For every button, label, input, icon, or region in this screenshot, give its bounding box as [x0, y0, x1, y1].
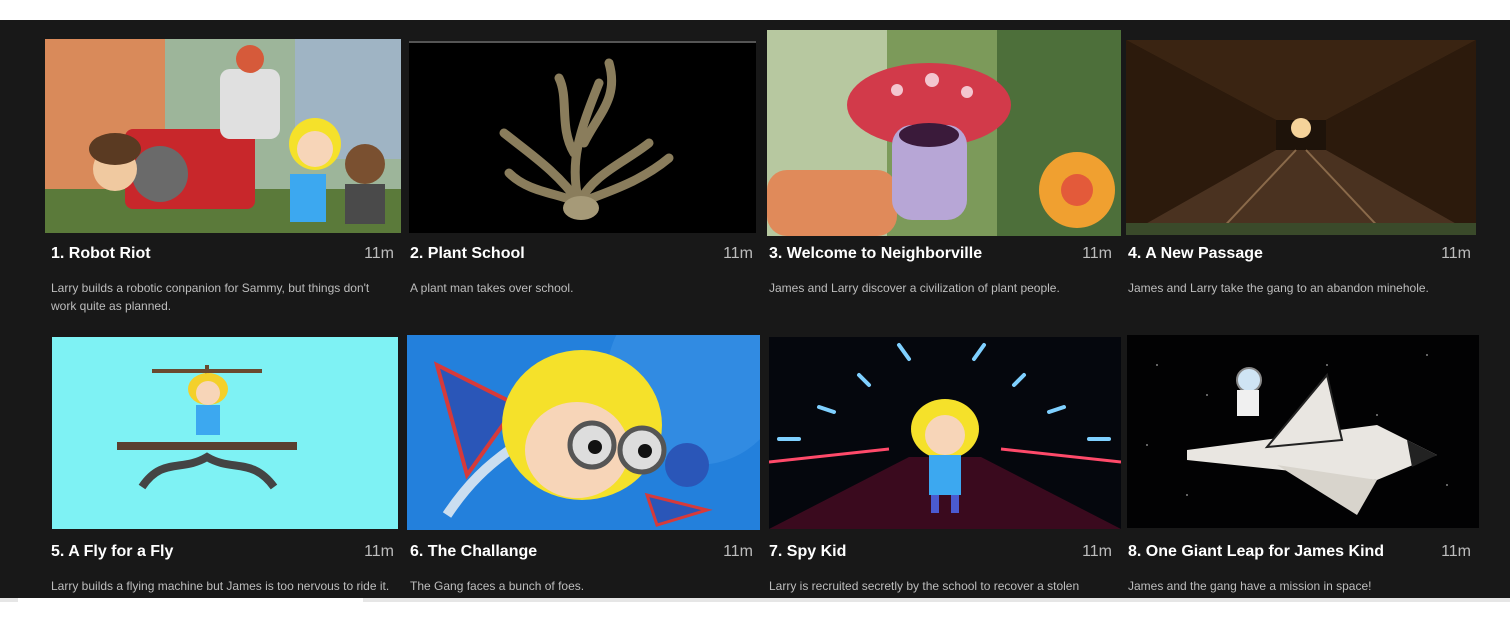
- episode-duration: 11m: [364, 245, 394, 262]
- episode-thumbnail-plant-school[interactable]: [409, 41, 756, 233]
- episode-title[interactable]: 5. A Fly for a Fly: [51, 543, 173, 561]
- episode-title[interactable]: 1. Robot Riot: [51, 245, 151, 263]
- episode-thumbnail-the-challange[interactable]: [407, 335, 760, 530]
- episode-grid: 1. Robot Riot 11m Larry builds a robotic…: [0, 20, 1510, 598]
- episode-thumbnail-spy-kid[interactable]: [769, 337, 1121, 529]
- episode-duration: 11m: [1082, 543, 1112, 560]
- episode-duration: 11m: [1082, 245, 1112, 262]
- plant-school-image: [409, 43, 756, 233]
- episode-title[interactable]: 2. Plant School: [410, 245, 525, 263]
- one-giant-leap-image: [1127, 335, 1479, 528]
- episode-description: James and Larry take the gang to an aban…: [1128, 281, 1429, 295]
- episode-description: Larry is recruited secretly by the schoo…: [769, 579, 1080, 593]
- episode-thumbnail-robot-riot[interactable]: [45, 39, 401, 233]
- episode-thumbnail-new-passage[interactable]: [1126, 40, 1476, 235]
- robot-riot-image: [45, 39, 401, 233]
- episode-description: James and the gang have a mission in spa…: [1128, 579, 1372, 593]
- episode-title[interactable]: 8. One Giant Leap for James Kind: [1128, 543, 1384, 561]
- neighborville-image: [767, 30, 1121, 236]
- episode-thumbnail-neighborville[interactable]: [767, 30, 1121, 236]
- episode-title[interactable]: 6. The Challange: [410, 543, 537, 561]
- episode-description: Larry builds a flying machine but James …: [51, 579, 390, 593]
- episode-thumbnail-one-giant-leap[interactable]: [1127, 335, 1479, 528]
- page-bottom: [0, 602, 1510, 620]
- the-challange-image: [407, 335, 760, 530]
- new-passage-image: [1126, 40, 1476, 235]
- episode-duration: 11m: [723, 543, 753, 560]
- episode-description: A plant man takes over school.: [410, 281, 574, 295]
- episode-description: The Gang faces a bunch of foes.: [410, 579, 585, 593]
- episode-title[interactable]: 4. A New Passage: [1128, 245, 1263, 263]
- spy-kid-image: [769, 337, 1121, 529]
- episode-description: Larry builds a robotic conpanion for Sam…: [51, 281, 370, 313]
- episode-title[interactable]: 7. Spy Kid: [769, 543, 846, 561]
- fly-for-a-fly-image: [52, 337, 398, 529]
- episode-duration: 11m: [1441, 245, 1471, 262]
- episode-description: James and Larry discover a civilization …: [769, 281, 1060, 295]
- episode-duration: 11m: [1441, 543, 1471, 560]
- episode-duration: 11m: [723, 245, 753, 262]
- episode-thumbnail-fly-for-a-fly[interactable]: [52, 337, 398, 529]
- episode-title[interactable]: 3. Welcome to Neighborville: [769, 245, 982, 263]
- episode-duration: 11m: [364, 543, 394, 560]
